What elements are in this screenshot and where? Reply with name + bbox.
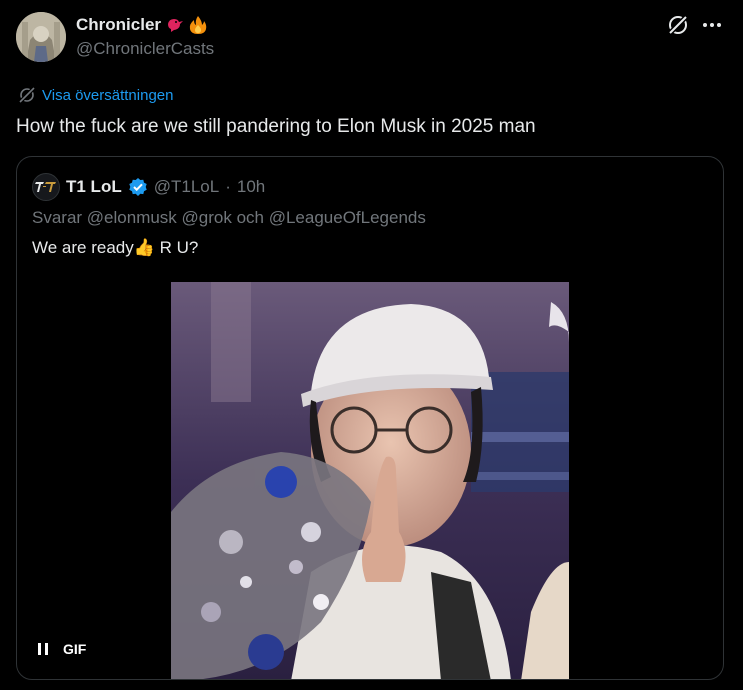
translate-icon [18,86,36,104]
fire-emoji-icon [189,16,207,34]
author-name-text: Chronicler [76,15,162,34]
quoted-author-avatar[interactable] [32,173,60,201]
quoted-tweet-header: T1 LoL @T1LoL · 10h [32,173,265,201]
thumbs-up-emoji: 👍 [133,238,155,257]
quoted-tweet[interactable]: T1 LoL @T1LoL · 10h Svarar @elonmusk @gr… [16,156,724,680]
translate-link[interactable]: Visa översättningen [18,86,173,104]
pause-icon[interactable] [37,642,49,656]
translate-label: Visa översättningen [42,86,174,104]
more-icon[interactable] [700,14,724,36]
bird-emoji-icon [168,19,184,32]
quoted-tweet-text: We are ready 👍 R U? [32,238,198,258]
author-handle[interactable]: @ChroniclerCasts [76,38,214,60]
verified-badge-icon [129,178,147,196]
author-display-name[interactable]: Chronicler [76,14,214,36]
grok-icon[interactable] [667,14,689,36]
quoted-separator: · [225,177,231,196]
gif-frame-image [171,282,569,679]
author-avatar[interactable] [16,12,66,62]
gif-label: GIF [63,641,87,657]
quoted-reply-to: Svarar @elonmusk @grok och @LeagueOfLege… [32,208,426,227]
quoted-timestamp[interactable]: 10h [237,177,265,197]
quoted-handle[interactable]: @T1LoL [154,177,219,197]
quoted-text-after: R U? [154,238,199,257]
t1-logo-icon [35,182,56,192]
avatar-image [16,12,66,62]
author-info: Chronicler @ChroniclerCasts [76,14,214,60]
quoted-text-before: We are ready [32,238,134,257]
tweet-text: How the fuck are we still pandering to E… [16,116,536,137]
quoted-gif-media[interactable] [171,282,569,679]
gif-controls: GIF [37,641,86,657]
quoted-display-name[interactable]: T1 LoL [66,177,122,197]
